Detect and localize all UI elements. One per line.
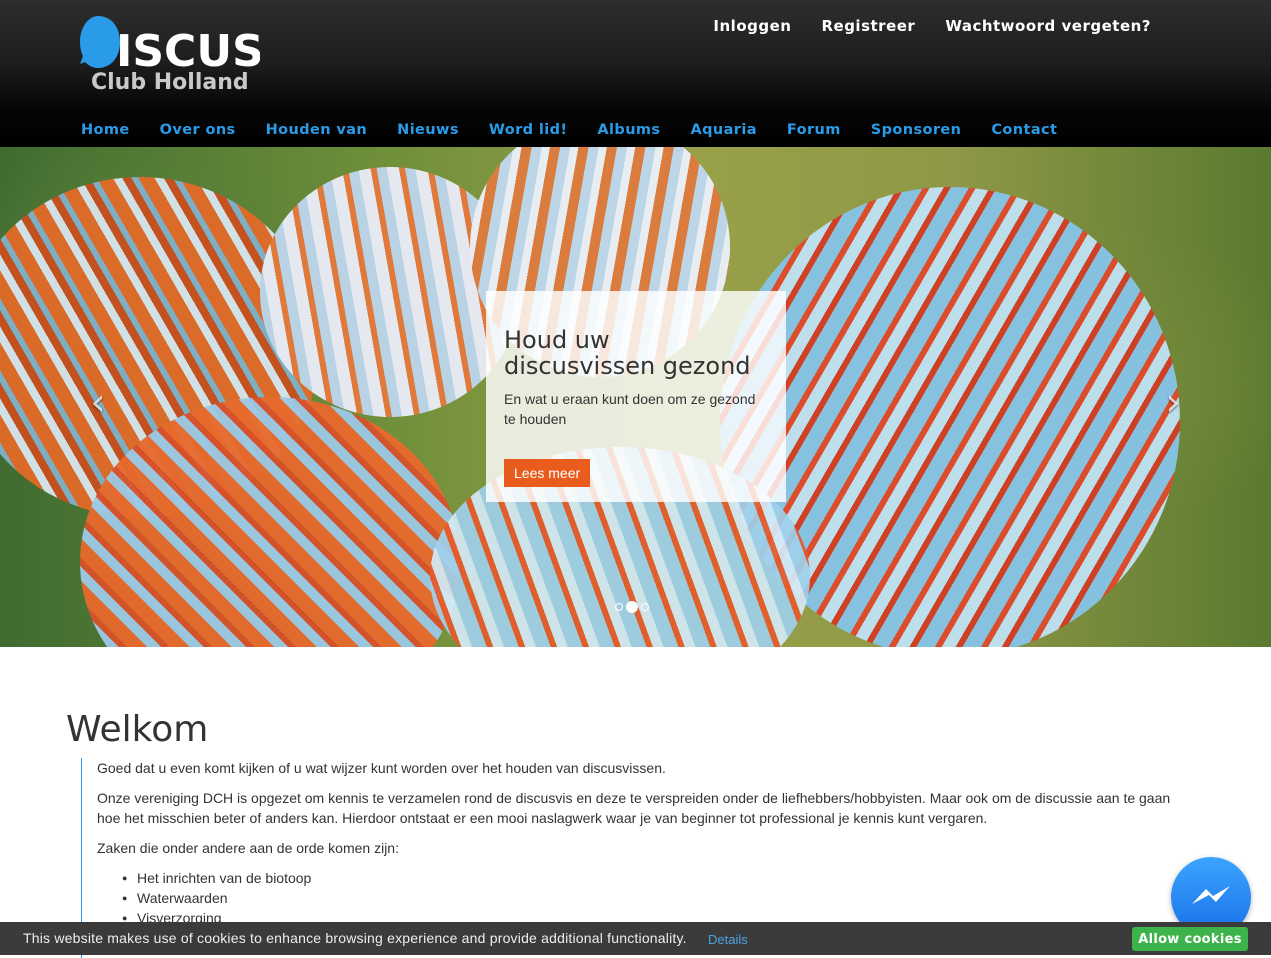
carousel-indicators (615, 601, 649, 613)
main-nav: Home Over ons Houden van Nieuws Word lid… (81, 122, 1057, 138)
hero-carousel: ‹ › Houd uw discusvissen gezond En wat u… (0, 147, 1271, 647)
caption-text: En wat u eraan kunt doen om ze gezond te… (504, 391, 756, 427)
list-item: Waterwaarden (122, 888, 1191, 908)
cookie-details-link[interactable]: Details (708, 932, 748, 947)
nav-albums[interactable]: Albums (597, 122, 660, 138)
intro-paragraph: Goed dat u even komt kijken of u wat wij… (97, 760, 666, 776)
caption-title: Houd uw discusvissen gezond (504, 326, 751, 380)
nav-aquaria[interactable]: Aquaria (690, 122, 756, 138)
topics-list: Het inrichten van de biotoop Waterwaarde… (97, 868, 1191, 928)
site-logo[interactable]: ISCUS Club Holland (80, 14, 260, 94)
topics-intro: Zaken die onder andere aan de orde komen… (97, 840, 399, 856)
carousel-indicator-2[interactable] (626, 601, 638, 613)
nav-home[interactable]: Home (81, 122, 130, 138)
chevron-right-icon: › (1165, 380, 1181, 424)
forgot-password-link[interactable]: Wachtwoord vergeten? (945, 17, 1151, 35)
nav-houden-van[interactable]: Houden van (266, 122, 368, 138)
logo-sub-text: Club Holland (91, 70, 249, 94)
nav-nieuws[interactable]: Nieuws (397, 122, 459, 138)
read-more-button[interactable]: Lees meer (504, 459, 591, 487)
carousel-indicator-3[interactable] (641, 603, 649, 611)
nav-over-ons[interactable]: Over ons (160, 122, 236, 138)
allow-cookies-button[interactable]: Allow cookies (1132, 927, 1248, 951)
site-header: ISCUS Club Holland Inloggen Registreer W… (0, 0, 1271, 147)
cookie-bar: This website makes use of cookies to enh… (0, 922, 1271, 955)
page-title: Welkom (66, 709, 209, 750)
carousel-caption: Houd uw discusvissen gezond En wat u era… (486, 291, 786, 502)
nav-forum[interactable]: Forum (787, 122, 841, 138)
cookie-message: This website makes use of cookies to enh… (23, 930, 687, 946)
nav-sponsoren[interactable]: Sponsoren (871, 122, 962, 138)
about-paragraph: Onze vereniging DCH is opgezet om kennis… (97, 790, 1171, 826)
carousel-prev-button[interactable]: ‹ (83, 382, 113, 422)
login-link[interactable]: Inloggen (713, 17, 791, 35)
account-links: Inloggen Registreer Wachtwoord vergeten? (713, 17, 1151, 35)
register-link[interactable]: Registreer (821, 17, 915, 35)
carousel-indicator-1[interactable] (615, 603, 623, 611)
list-item: Het inrichten van de biotoop (122, 868, 1191, 888)
carousel-next-button[interactable]: › (1158, 382, 1188, 422)
nav-word-lid[interactable]: Word lid! (489, 122, 568, 138)
nav-contact[interactable]: Contact (991, 122, 1057, 138)
discus-fish-logo-icon (80, 16, 120, 68)
messenger-icon (1192, 886, 1230, 904)
chevron-left-icon: ‹ (90, 380, 106, 424)
